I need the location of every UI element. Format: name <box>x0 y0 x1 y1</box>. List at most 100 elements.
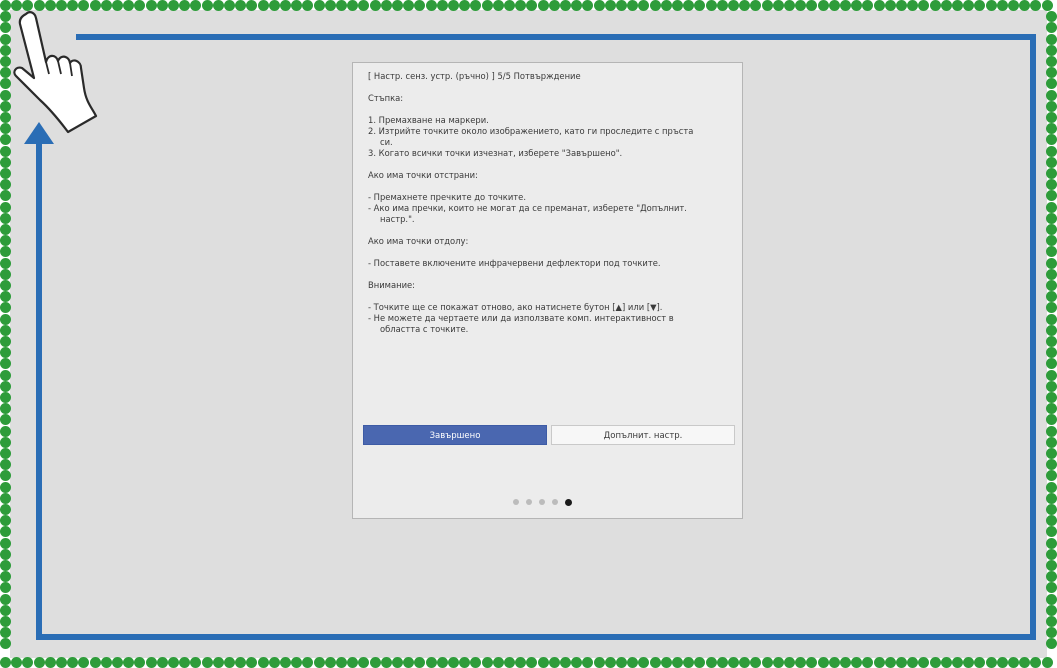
frame-dot <box>201 0 213 11</box>
page-dot <box>552 499 558 505</box>
finish-button[interactable]: Завършено <box>363 425 547 445</box>
frame-dot <box>380 657 392 668</box>
frame-dot <box>448 657 459 668</box>
frame-dot <box>996 0 1008 11</box>
frame-dot <box>548 657 560 668</box>
frame-dot <box>1046 123 1057 135</box>
frame-dot <box>179 657 191 668</box>
frame-dot <box>604 657 616 668</box>
frame-dot <box>604 0 616 11</box>
frame-dot <box>761 0 773 11</box>
frame-dot <box>369 657 381 668</box>
below-item-1: - Поставете включените инфрачервени дефл… <box>368 258 661 268</box>
frame-dot <box>257 0 269 11</box>
frame-dot <box>11 657 23 668</box>
frame-dot <box>515 657 527 668</box>
frame-dot <box>1046 33 1057 45</box>
frame-dot <box>795 657 807 668</box>
frame-dot <box>884 0 896 11</box>
frame-dot <box>459 657 471 668</box>
frame-dot <box>873 657 885 668</box>
frame-dot <box>896 0 907 11</box>
frame-dot <box>1046 425 1057 437</box>
frame-dot <box>504 0 515 11</box>
frame-dot <box>268 0 280 11</box>
frame-dot <box>627 657 639 668</box>
frame-dot <box>672 657 683 668</box>
frame-dot <box>571 657 583 668</box>
frame-dot <box>67 657 79 668</box>
frame-dot <box>0 448 11 459</box>
frame-dot <box>0 168 11 179</box>
frame-dot <box>224 0 235 11</box>
step-2: 2. Изтрийте точките около изображението,… <box>368 126 694 136</box>
frame-dot <box>1046 347 1057 359</box>
frame-dot <box>660 0 672 11</box>
frame-dot <box>873 0 885 11</box>
frame-dot <box>1046 156 1057 168</box>
frame-dot <box>1046 571 1057 583</box>
frame-dot <box>593 0 605 11</box>
frame-dot <box>78 657 90 668</box>
frame-dot <box>1046 604 1057 616</box>
frame-dot <box>593 657 605 668</box>
frame-dot <box>0 593 11 605</box>
frame-dot <box>436 657 448 668</box>
frame-dot <box>750 657 762 668</box>
frame-dot <box>481 657 493 668</box>
frame-dot <box>1046 190 1057 202</box>
frame-dot <box>145 0 157 11</box>
frame-dot <box>548 0 560 11</box>
frame-dot <box>145 657 157 668</box>
frame-dot <box>268 657 280 668</box>
frame-dot <box>156 657 168 668</box>
frame-dot <box>1046 44 1057 56</box>
frame-dot <box>1046 134 1057 146</box>
frame-dot <box>896 657 907 668</box>
frame-dot <box>660 657 672 668</box>
frame-dot <box>840 0 851 11</box>
frame-dot <box>1046 100 1057 112</box>
frame-dot <box>828 657 840 668</box>
frame-dot <box>1046 616 1057 627</box>
frame-dot <box>33 657 45 668</box>
more-settings-button[interactable]: Допълнит. настр. <box>551 425 735 445</box>
frame-dot <box>224 657 235 668</box>
frame-dot <box>862 657 874 668</box>
frame-dot <box>1046 336 1057 347</box>
frame-dot <box>1008 0 1019 11</box>
sides-item-2-cont: настр.". <box>380 214 415 224</box>
frame-dot <box>56 657 67 668</box>
frame-dot <box>0 436 11 448</box>
frame-dot <box>1046 481 1057 493</box>
frame-dot <box>0 336 11 347</box>
frame-dot <box>1041 657 1053 668</box>
frame-dot <box>1046 403 1057 415</box>
frame-dot <box>0 268 11 280</box>
frame-dot <box>1046 224 1057 235</box>
frame-dot <box>560 657 571 668</box>
frame-dot <box>1046 324 1057 336</box>
frame-dot <box>1046 548 1057 560</box>
step-2-cont: си. <box>380 137 393 147</box>
frame-dot <box>1046 302 1057 314</box>
frame-dot <box>0 657 11 668</box>
frame-dot <box>952 0 963 11</box>
frame-dot <box>728 0 739 11</box>
frame-dot <box>0 324 11 336</box>
frame-dot <box>1046 582 1057 594</box>
frame-dot <box>705 657 717 668</box>
frame-dot <box>772 657 784 668</box>
frame-dot <box>1046 78 1057 90</box>
frame-dot <box>728 657 739 668</box>
frame-dot <box>929 0 941 11</box>
frame-dot <box>784 657 795 668</box>
frame-dot <box>425 0 437 11</box>
frame-dot <box>0 380 11 392</box>
frame-dot <box>0 145 11 157</box>
hand-pointer-icon <box>13 11 98 134</box>
frame-dot <box>257 657 269 668</box>
frame-dot <box>0 616 11 627</box>
frame-dot <box>996 657 1008 668</box>
frame-dot <box>884 657 896 668</box>
